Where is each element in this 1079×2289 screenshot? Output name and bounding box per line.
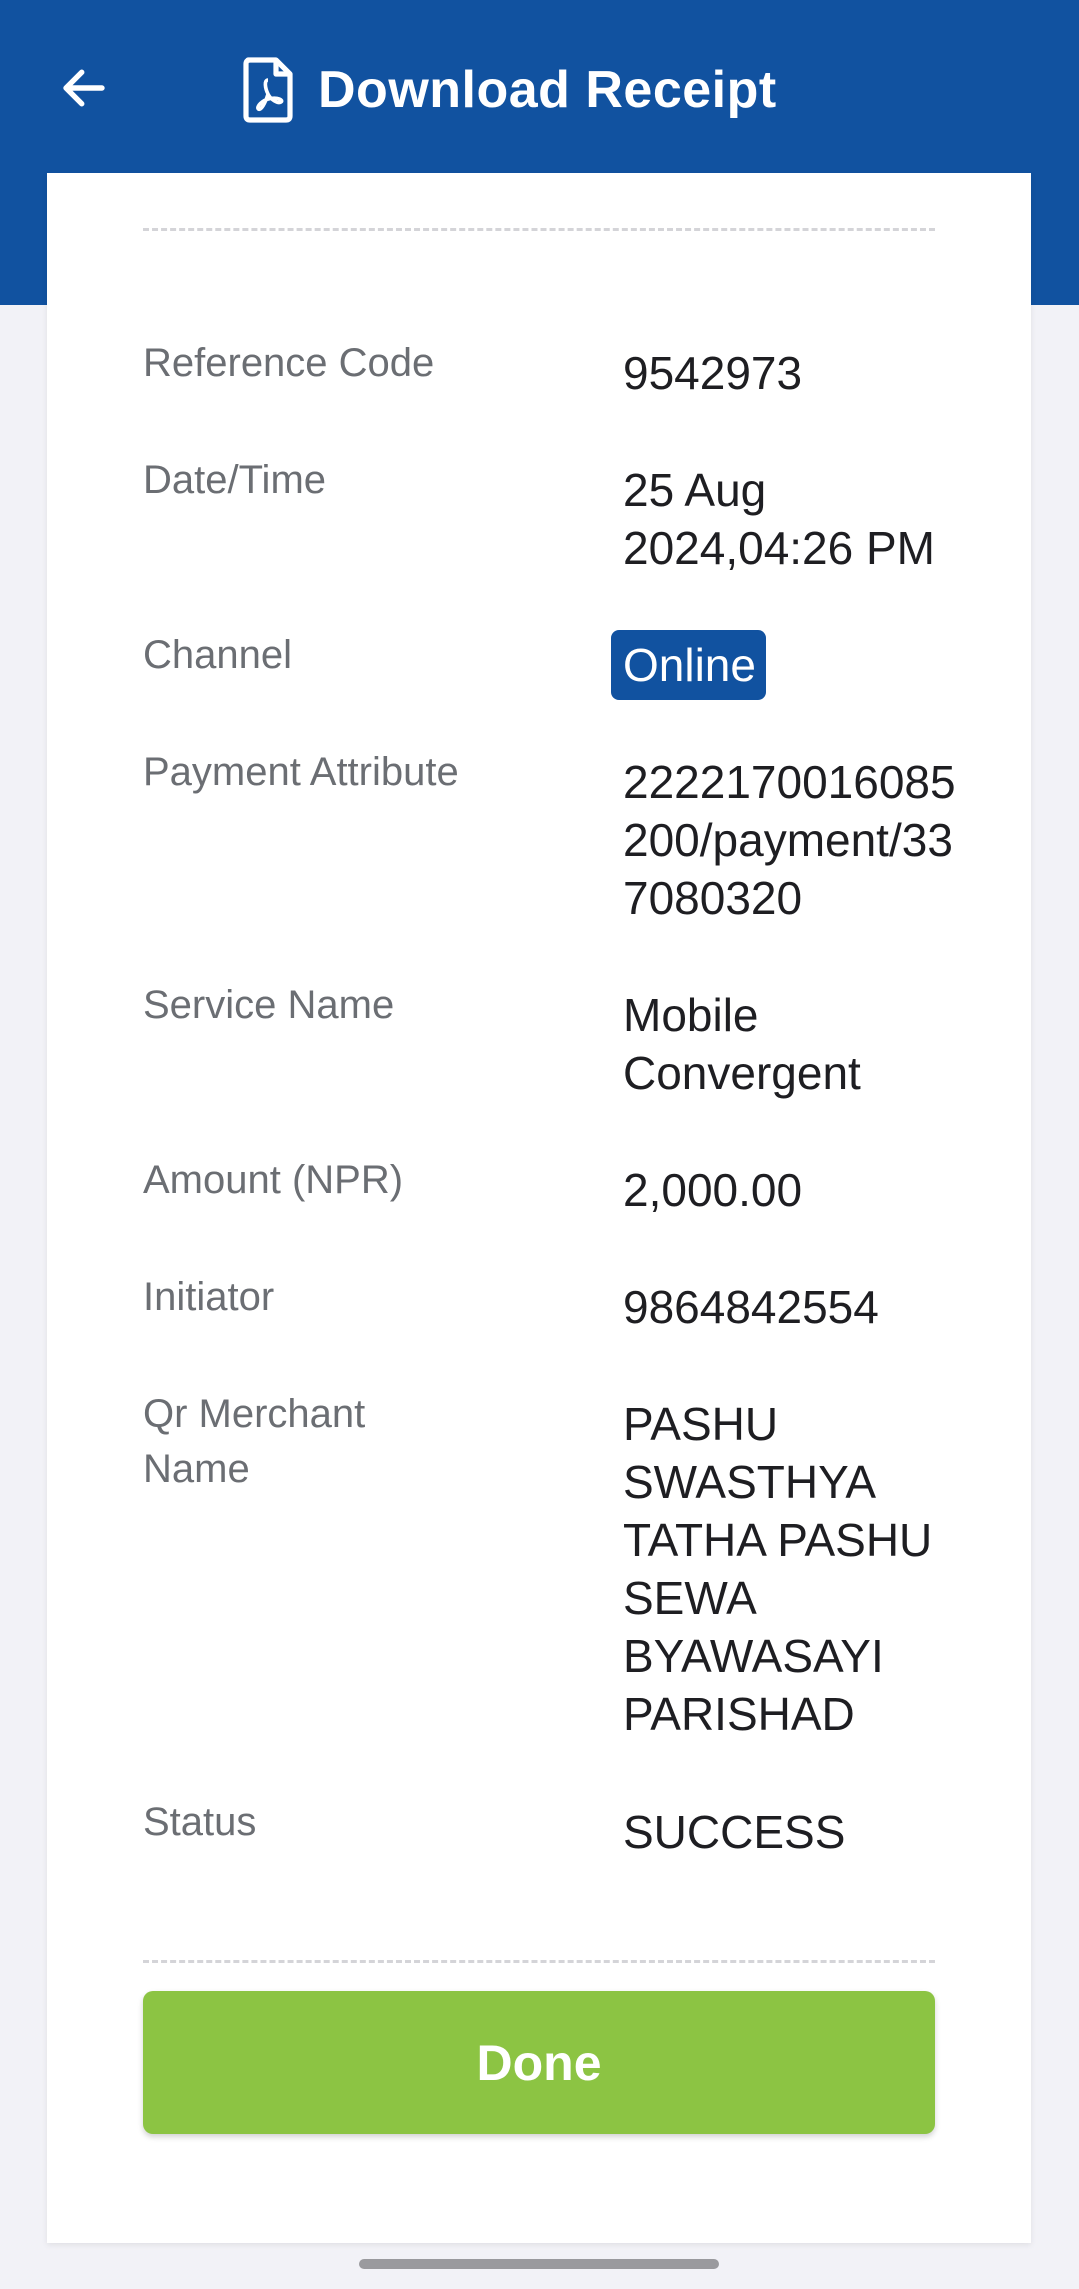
row-label: Amount (NPR) <box>143 1158 404 1202</box>
row-value: PASHU SWASTHYA TATHA PASHU SEWA BYAWASAY… <box>623 1398 933 1740</box>
home-indicator[interactable] <box>359 2259 719 2269</box>
done-button[interactable]: Done <box>143 1991 935 2134</box>
pdf-file-icon <box>243 57 293 123</box>
row-label: Initiator <box>143 1275 275 1319</box>
row-label: Reference Code <box>143 341 435 385</box>
back-button[interactable] <box>48 52 120 124</box>
row-value: 25 Aug 2024,04:26 PM <box>623 464 936 574</box>
row-value: Online <box>611 630 963 713</box>
row-label: Qr Merchant Name <box>143 1392 366 1491</box>
page-title-group: Download Receipt <box>240 52 777 128</box>
row-value: 2,000.00 <box>623 1164 803 1216</box>
channel-badge: Online <box>611 630 766 700</box>
page-title: Download Receipt <box>318 61 777 119</box>
row-label: Status <box>143 1800 257 1844</box>
row-value: 9864842554 <box>623 1281 879 1333</box>
row-value: Mobile Convergent <box>623 989 861 1099</box>
top-bar: Download Receipt <box>0 0 1079 175</box>
row-label: Service Name <box>143 983 395 1027</box>
receipt-card: Reference Code 9542973 Date/Time 25 Aug … <box>47 173 1031 2243</box>
dashed-divider-top <box>143 228 935 231</box>
row-label: Date/Time <box>143 458 327 502</box>
dashed-divider-bottom <box>143 1960 935 1963</box>
row-label: Channel <box>143 633 293 677</box>
row-value: 2222170016085200/payment/337080320 <box>623 756 956 924</box>
row-value: 9542973 <box>623 347 803 399</box>
row-label: Payment Attribute <box>143 750 459 794</box>
status-value: SUCCESS <box>623 1806 846 1858</box>
arrow-left-icon <box>63 69 105 107</box>
